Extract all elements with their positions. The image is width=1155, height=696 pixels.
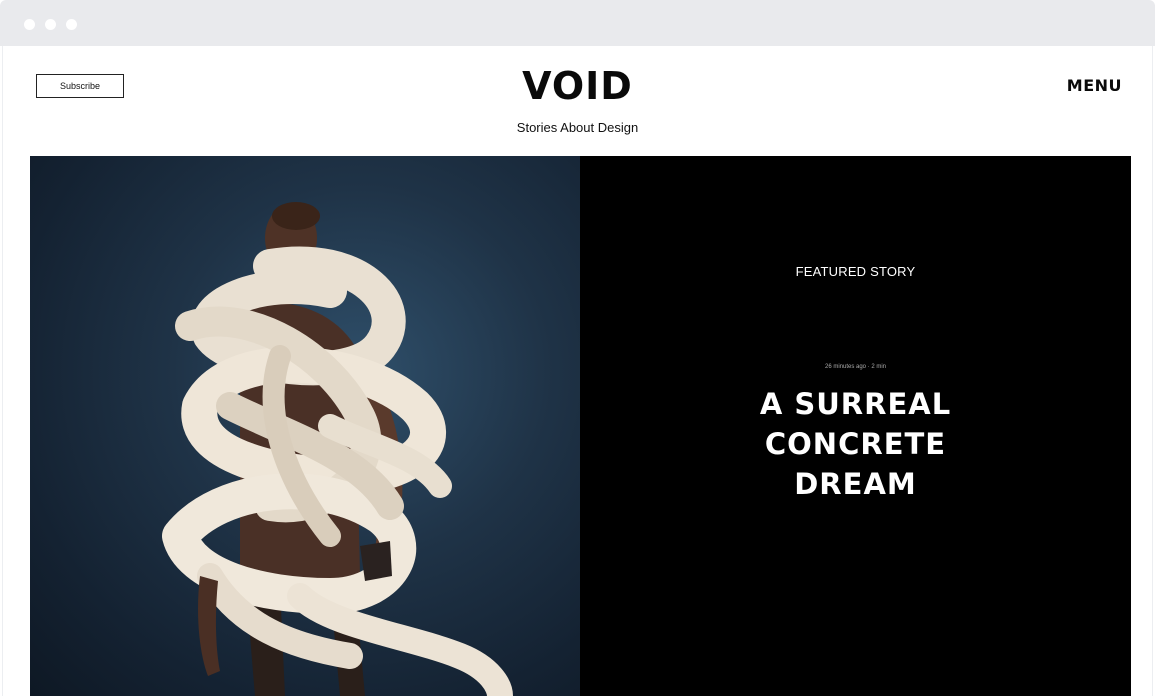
featured-story-label: FEATURED STORY [795, 264, 916, 279]
menu-button[interactable]: MENU [1067, 76, 1122, 95]
site-tagline: Stories About Design [516, 120, 639, 135]
window-minimize-dot[interactable] [45, 19, 56, 30]
featured-story-panel[interactable]: FEATURED STORY 26 minutes ago · 2 min A … [580, 156, 1131, 696]
window-close-dot[interactable] [24, 19, 35, 30]
site-logo[interactable]: VOID [3, 64, 1152, 108]
site-page: Subscribe VOID Stories About Design MENU [2, 46, 1153, 696]
story-title-line[interactable]: DREAM [580, 464, 1131, 504]
sculpture-figure-illustration [162, 202, 513, 696]
featured-story-hero[interactable]: FEATURED STORY 26 minutes ago · 2 min A … [30, 156, 1131, 696]
story-title[interactable]: A SURREAL CONCRETE DREAM [580, 384, 1131, 504]
story-title-line[interactable]: CONCRETE [580, 424, 1131, 464]
browser-window-chrome [0, 0, 1155, 46]
featured-story-image[interactable] [30, 156, 580, 696]
window-maximize-dot[interactable] [66, 19, 77, 30]
story-title-line[interactable]: A SURREAL [580, 384, 1131, 424]
story-meta: 26 minutes ago · 2 min [824, 364, 887, 370]
